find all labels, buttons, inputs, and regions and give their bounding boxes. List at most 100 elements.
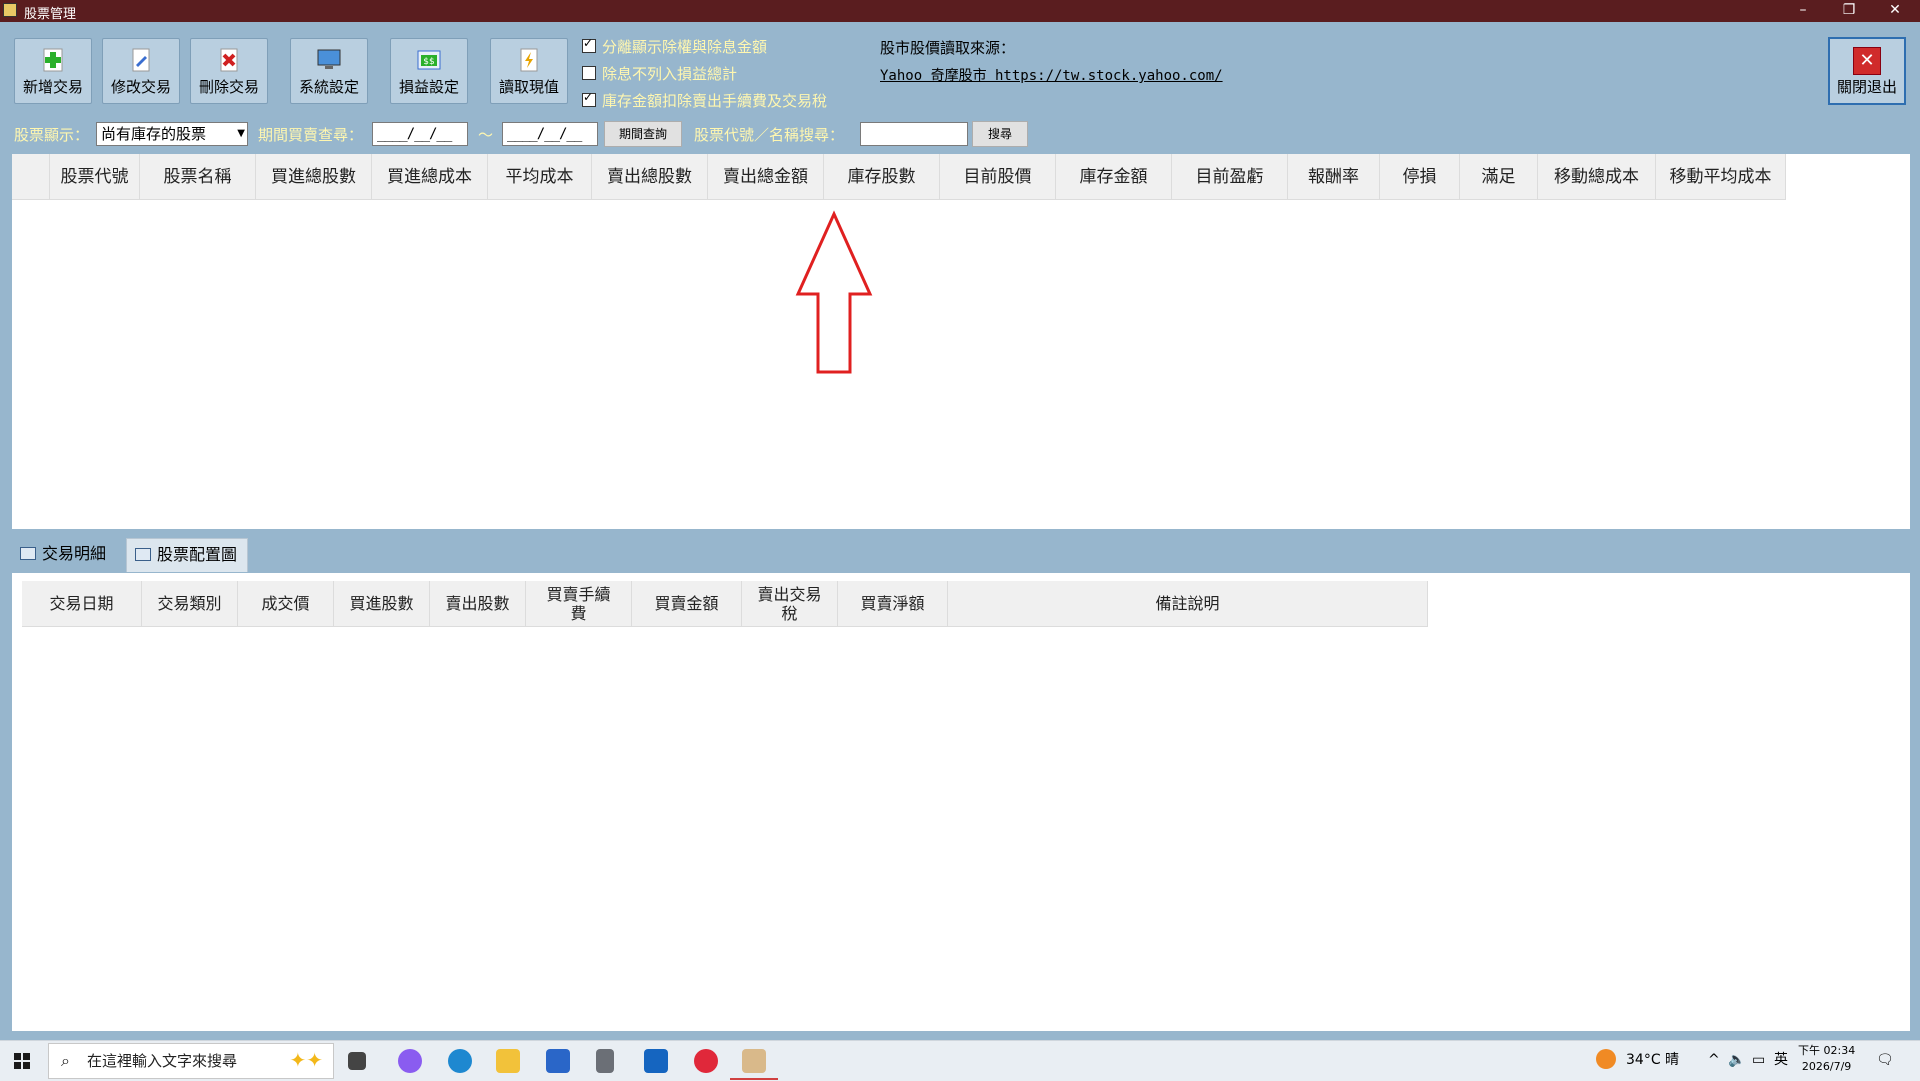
up-arrow-icon <box>795 210 873 374</box>
money-icon: $$ <box>417 50 441 70</box>
tab-transaction-details[interactable]: 交易明細 <box>12 538 124 572</box>
clock-time: 下午 02:34 <box>1798 1044 1856 1057</box>
edit-transaction-label: 修改交易 <box>110 78 171 96</box>
column-header[interactable]: 移動平均成本 <box>1656 154 1786 200</box>
checkbox[interactable] <box>582 36 596 53</box>
column-header[interactable]: 賣出總股數 <box>592 154 708 200</box>
tab-stock-allocation[interactable]: 股票配置圖 <box>126 538 248 572</box>
checkbox[interactable] <box>582 90 596 107</box>
exit-button[interactable]: ✕ 關閉退出 <box>1828 37 1906 105</box>
column-header[interactable]: 賣出交易稅 <box>742 581 838 627</box>
edit-transaction-button[interactable]: 修改交易 <box>102 38 180 104</box>
add-icon <box>43 48 63 72</box>
chevron-down-icon: ▼ <box>237 128 245 139</box>
transaction-detail-grid[interactable]: 交易日期 交易類別 成交價 買進股數 賣出股數 買賣手續費 買賣金額 賣出交易稅 買賣淨額 備註說… <box>12 573 1910 1031</box>
volume-icon[interactable]: 🔈 <box>1728 1040 1745 1080</box>
profit-settings-button[interactable]: $$ 損益設定 <box>390 38 468 104</box>
copilot-icon[interactable] <box>398 1049 422 1073</box>
option-label: 除息不列入損益總計 <box>602 65 738 83</box>
column-header[interactable]: 庫存股數 <box>824 154 940 200</box>
taskbar-search-placeholder: 在這裡輸入文字來搜尋 <box>87 1052 238 1070</box>
column-header[interactable]: 股票代號 <box>50 154 140 200</box>
option-separate-rights[interactable]: 分離顯示除權與除息金額 <box>582 36 767 57</box>
stock-grid-header: 股票代號 股票名稱 買進總股數 買進總成本 平均成本 賣出總股數 賣出總金額 庫存股數 目前股價… <box>12 154 1786 200</box>
app-icon <box>3 3 17 17</box>
column-header[interactable]: 交易日期 <box>22 581 142 627</box>
weather-text[interactable]: 34°C 晴 <box>1626 1040 1679 1080</box>
price-source-link[interactable]: Yahoo 奇摩股市 https://tw.stock.yahoo.com/ <box>880 65 1223 85</box>
search-icon: ⌕ <box>61 1051 70 1070</box>
date-from-input[interactable]: ____/__/__ <box>372 122 468 146</box>
column-header[interactable]: 買賣手續費 <box>526 581 632 627</box>
period-query-button[interactable]: 期間查詢 <box>604 121 682 147</box>
column-header[interactable]: 買進總成本 <box>372 154 488 200</box>
date-to-input[interactable]: ____/__/__ <box>502 122 598 146</box>
column-header[interactable]: 目前股價 <box>940 154 1056 200</box>
table-icon <box>20 547 36 560</box>
column-header[interactable]: 買進股數 <box>334 581 430 627</box>
outlook-icon[interactable] <box>644 1049 668 1073</box>
column-header[interactable]: 賣出股數 <box>430 581 526 627</box>
restore-button[interactable]: ❐ <box>1826 0 1872 22</box>
file-explorer-icon[interactable] <box>496 1049 520 1073</box>
column-header[interactable]: 股票名稱 <box>140 154 256 200</box>
chevron-up-icon[interactable]: ^ <box>1708 1040 1720 1080</box>
delete-icon <box>220 48 238 72</box>
display-label: 股票顯示： <box>14 126 90 144</box>
edge-icon[interactable] <box>448 1049 472 1073</box>
taskbar-search-box[interactable]: ⌕ 在這裡輸入文字來搜尋 ✦✦ <box>48 1043 334 1079</box>
stock-app-icon[interactable] <box>742 1049 766 1073</box>
read-price-button[interactable]: 讀取現值 <box>490 38 568 104</box>
edit-icon <box>132 48 150 72</box>
close-button[interactable]: ✕ <box>1872 0 1918 22</box>
price-source-label: 股市股價讀取來源： <box>880 39 1016 57</box>
column-header[interactable]: 交易類別 <box>142 581 238 627</box>
column-header[interactable]: 買賣金額 <box>632 581 742 627</box>
windows-start-icon[interactable] <box>14 1053 30 1069</box>
column-header[interactable]: 買賣淨額 <box>838 581 948 627</box>
stock-grid[interactable]: 股票代號 股票名稱 買進總股數 買進總成本 平均成本 賣出總股數 賣出總金額 庫存股數 目前股價… <box>12 154 1910 529</box>
store-icon[interactable] <box>546 1049 570 1073</box>
weather-icon[interactable] <box>1596 1049 1616 1069</box>
column-header[interactable]: 目前盈虧 <box>1172 154 1288 200</box>
period-label: 期間買賣查尋： <box>258 126 364 144</box>
clock-date: 2026/7/9 <box>1801 1060 1852 1073</box>
network-icon[interactable]: ▭ <box>1752 1040 1765 1080</box>
lightning-icon <box>520 48 538 72</box>
column-header[interactable]: 滿足 <box>1460 154 1538 200</box>
search-label: 股票代號／名稱搜尋： <box>694 126 845 144</box>
sparkle-icon: ✦✦ <box>289 1048 323 1072</box>
column-header[interactable]: 停損 <box>1380 154 1460 200</box>
column-header[interactable]: 備註說明 <box>948 581 1428 627</box>
row-header-corner <box>12 154 50 200</box>
column-header[interactable]: 買進總股數 <box>256 154 372 200</box>
add-transaction-button[interactable]: 新增交易 <box>14 38 92 104</box>
profit-settings-label: 損益設定 <box>398 78 459 96</box>
task-view-icon[interactable] <box>348 1052 366 1070</box>
search-input[interactable] <box>860 122 968 146</box>
title-bar: 股票管理 – ❐ ✕ <box>0 0 1920 22</box>
minimize-button[interactable]: – <box>1780 0 1826 22</box>
taskbar-clock[interactable]: 下午 02:34 2026/7/9 <box>1798 1043 1855 1075</box>
option-label: 分離顯示除權與除息金額 <box>602 38 768 56</box>
column-header[interactable]: 賣出總金額 <box>708 154 824 200</box>
display-select-value: 尚有庫存的股票 <box>101 125 207 143</box>
notification-icon[interactable]: 🗨 <box>1876 1040 1894 1080</box>
option-deduct-fees[interactable]: 庫存金額扣除賣出手續費及交易稅 <box>582 90 827 111</box>
column-header[interactable]: 移動總成本 <box>1538 154 1656 200</box>
system-settings-button[interactable]: 系統設定 <box>290 38 368 104</box>
column-header[interactable]: 報酬率 <box>1288 154 1380 200</box>
delete-transaction-button[interactable]: 刪除交易 <box>190 38 268 104</box>
calculator-icon[interactable] <box>596 1049 614 1073</box>
system-settings-label: 系統設定 <box>298 78 359 96</box>
display-select[interactable]: 尚有庫存的股票 ▼ <box>96 122 248 146</box>
checkbox[interactable] <box>582 66 596 80</box>
column-header[interactable]: 平均成本 <box>488 154 592 200</box>
ime-indicator[interactable]: 英 <box>1774 1040 1788 1080</box>
search-button[interactable]: 搜尋 <box>972 121 1028 147</box>
media-player-icon[interactable] <box>694 1049 718 1073</box>
column-header[interactable]: 成交價 <box>238 581 334 627</box>
column-header[interactable]: 庫存金額 <box>1056 154 1172 200</box>
option-exclude-dividend[interactable]: 除息不列入損益總計 <box>582 63 737 84</box>
read-price-label: 讀取現值 <box>498 78 559 96</box>
